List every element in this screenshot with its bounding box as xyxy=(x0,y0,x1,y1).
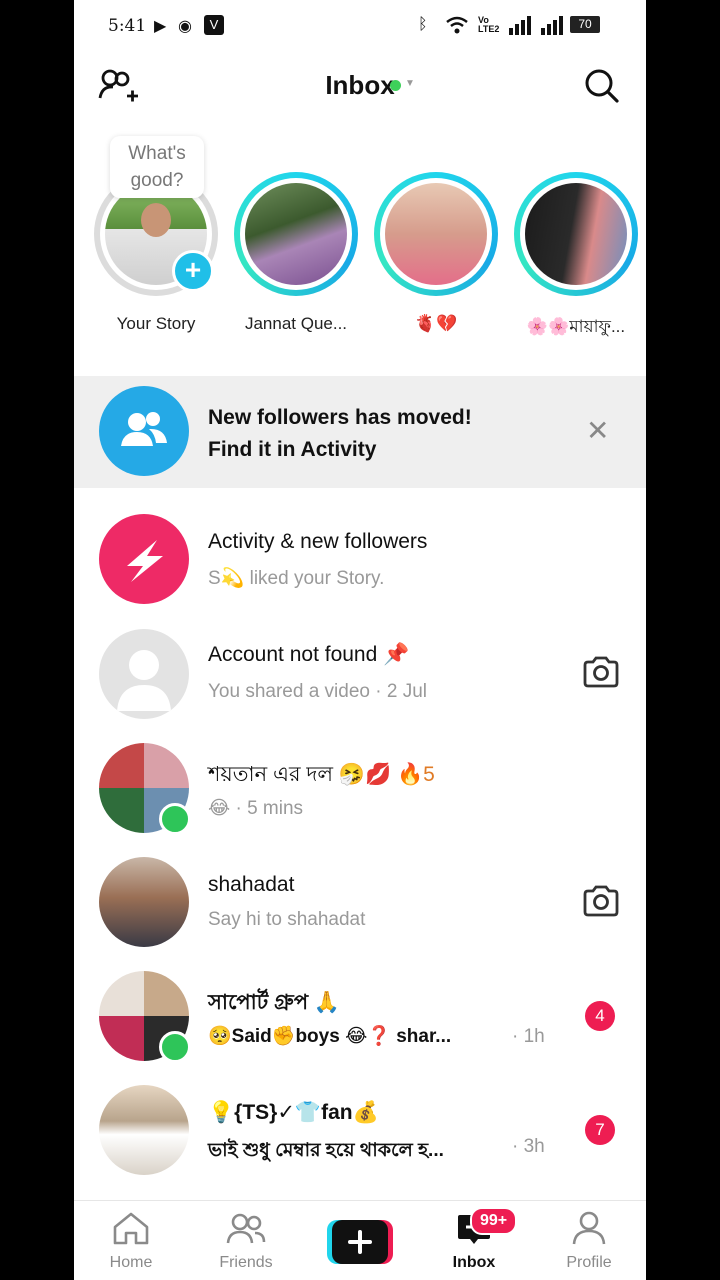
list-item[interactable]: Account not found 📌 You shared a video ·… xyxy=(74,616,646,730)
activity-icon xyxy=(99,514,189,604)
conversation-subtitle: ভাই শুধু মেম্বার হয়ে থাকলে হ... xyxy=(208,1140,444,1161)
bluetooth-icon: ᛒ xyxy=(418,16,428,33)
story-label: Jannat Que... xyxy=(244,314,348,333)
add-story-plus-icon[interactable]: + xyxy=(172,250,214,292)
banner-text: New followers has moved! Find it in Acti… xyxy=(208,402,472,466)
nav-label: Friends xyxy=(219,1254,273,1271)
conversation-time: · 3h xyxy=(512,1136,545,1157)
signal-icon xyxy=(509,16,531,35)
conversation-title: shahadat xyxy=(208,873,295,896)
conversation-subtitle: S💫 liked your Story. xyxy=(208,568,385,589)
wifi-icon xyxy=(446,16,468,34)
banner-line-2: Find it in Activity xyxy=(208,438,377,461)
online-status-dot[interactable] xyxy=(390,80,401,91)
nav-label: Profile xyxy=(566,1254,612,1271)
banner-line-1: New followers has moved! xyxy=(208,406,472,429)
status-time: 5:41 xyxy=(108,16,147,36)
nav-profile[interactable]: Profile xyxy=(539,1211,639,1272)
list-item[interactable]: সাপোর্ট গ্রুপ 🙏 🥺Said✊boys 😂❓ shar... · … xyxy=(74,958,646,1072)
camera-icon[interactable] xyxy=(582,885,620,917)
conversation-title-text: শয়তান এর দল 🤧💋 xyxy=(208,763,398,786)
bottom-nav: Home Friends Inbox 99+ Profile xyxy=(74,1200,646,1280)
story-item[interactable] xyxy=(374,172,498,296)
app-v-icon: V xyxy=(204,15,224,35)
list-item[interactable]: Activity & new followers S💫 liked your S… xyxy=(74,500,646,616)
nav-friends[interactable]: Friends xyxy=(196,1211,296,1272)
nav-home[interactable]: Home xyxy=(81,1211,181,1272)
conversation-title: শয়তান এর দল 🤧💋 🔥5 xyxy=(208,758,435,793)
conversation-title: সাপোর্ট গ্রুপ 🙏 xyxy=(208,991,341,1014)
nav-label: Inbox xyxy=(452,1254,496,1271)
conversation-title: Account not found 📌 xyxy=(208,643,410,666)
status-bar: 5:41 ▶ ◉ V ᛒ Vo LTE2 70 xyxy=(74,0,646,52)
avatar xyxy=(99,629,189,719)
followers-icon xyxy=(99,386,189,476)
story-prompt-bubble[interactable]: What's good? xyxy=(110,136,204,198)
close-icon[interactable]: ✕ xyxy=(586,414,609,447)
avatar xyxy=(525,183,627,285)
nav-label: Home xyxy=(109,1254,153,1271)
avatar xyxy=(385,183,487,285)
camera-icon[interactable] xyxy=(582,656,620,688)
phone-screen: 5:41 ▶ ◉ V ᛒ Vo LTE2 70 Inbox ▼ What's g… xyxy=(74,0,646,1280)
conversation-title: 💡{TS}✓👕fan💰 xyxy=(208,1101,379,1124)
profile-icon xyxy=(572,1211,606,1245)
messenger-icon: ◉ xyxy=(178,18,192,35)
play-icon: ▶ xyxy=(154,18,167,35)
avatar xyxy=(99,1085,189,1175)
streak-count: 🔥5 xyxy=(397,763,435,786)
list-item[interactable]: 💡{TS}✓👕fan💰 ভাই শুধু মেম্বার হয়ে থাকলে … xyxy=(74,1072,646,1186)
battery-indicator: 70 xyxy=(570,16,600,33)
story-item[interactable] xyxy=(514,172,638,296)
conversation-subtitle: You shared a video · 2 Jul xyxy=(208,681,428,702)
story-item[interactable] xyxy=(234,172,358,296)
online-indicator xyxy=(159,803,191,835)
online-indicator xyxy=(159,1031,191,1063)
page-title: Inbox xyxy=(325,70,395,100)
story-label: 🌸🌸মায়াফু... xyxy=(526,317,626,336)
friends-icon xyxy=(226,1213,266,1244)
unread-badge: 4 xyxy=(585,1001,615,1031)
avatar xyxy=(245,183,347,285)
conversation-subtitle: 🥺Said✊boys 😂❓ shar... xyxy=(208,1026,452,1047)
unread-badge: 7 xyxy=(585,1115,615,1145)
create-button[interactable] xyxy=(327,1220,393,1264)
conversation-title: Activity & new followers xyxy=(208,530,428,553)
story-label: 🫀💔 xyxy=(414,314,458,333)
signal-icon-2 xyxy=(541,16,563,35)
story-label: Your Story xyxy=(116,314,196,333)
notice-banner[interactable]: New followers has moved! Find it in Acti… xyxy=(74,376,646,488)
conversation-subtitle: 😂 · 5 mins xyxy=(208,798,304,819)
list-item[interactable]: shahadat Say hi to shahadat xyxy=(74,844,646,958)
volte-icon: Vo LTE2 xyxy=(478,15,500,34)
conversation-subtitle: Say hi to shahadat xyxy=(208,909,366,930)
conversation-time: · 1h xyxy=(512,1026,545,1047)
chevron-down-icon[interactable]: ▼ xyxy=(405,78,415,89)
inbox-count-badge: 99+ xyxy=(470,1207,518,1235)
home-icon xyxy=(113,1212,149,1245)
search-icon[interactable] xyxy=(584,68,620,104)
list-item[interactable]: শয়তান এর দল 🤧💋 🔥5 😂 · 5 mins xyxy=(74,730,646,844)
avatar xyxy=(99,857,189,947)
